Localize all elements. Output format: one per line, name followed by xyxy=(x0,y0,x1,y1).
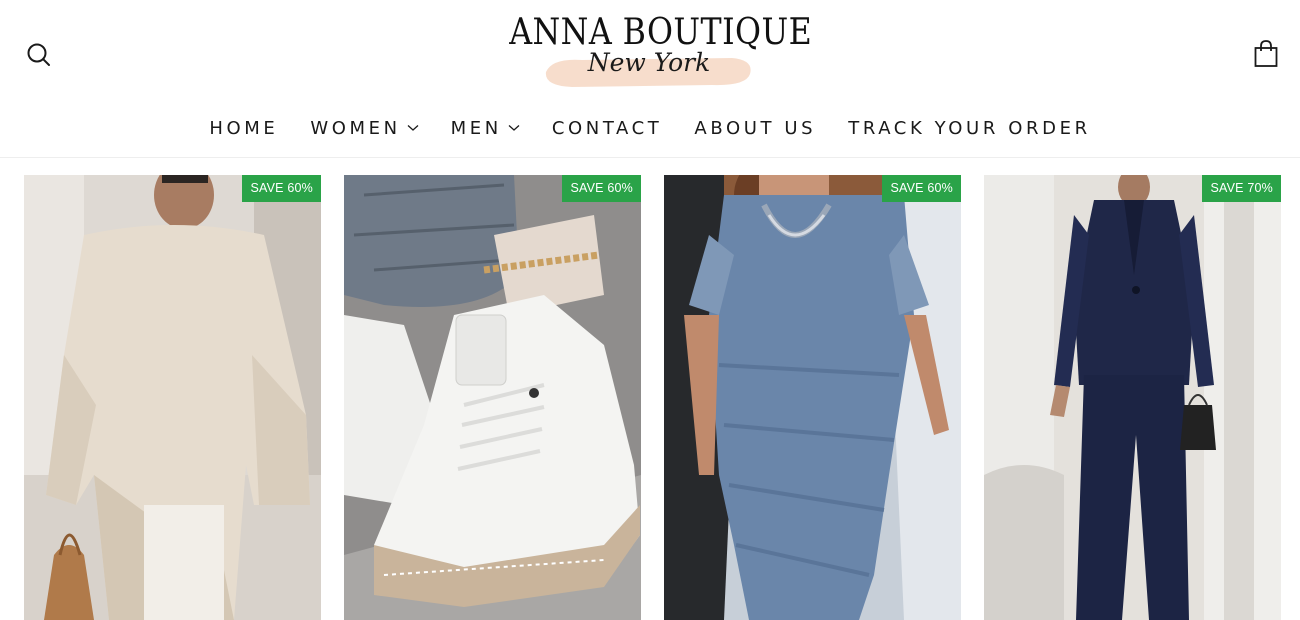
logo-title: ANNA BOUTIQUE xyxy=(509,12,813,53)
discount-badge: SAVE 60% xyxy=(882,175,961,202)
nav-label: ABOUT US xyxy=(694,117,817,139)
discount-badge: SAVE 70% xyxy=(1202,175,1281,202)
product-image[interactable] xyxy=(664,175,961,620)
main-nav: HOME WOMEN MEN CONTACT ABOUT US TRACK YO… xyxy=(0,113,1300,143)
nav-label: TRACK YOUR ORDER xyxy=(848,117,1091,139)
nav-label: HOME xyxy=(209,117,279,139)
shopping-bag-icon xyxy=(1254,40,1278,67)
nav-label: CONTACT xyxy=(551,117,663,139)
nav-label: WOMEN xyxy=(310,117,401,139)
nav-label: MEN xyxy=(450,117,502,139)
product-card[interactable]: SAVE 60% xyxy=(24,175,321,620)
nav-home[interactable]: HOME xyxy=(193,113,294,143)
nav-women[interactable]: WOMEN xyxy=(294,113,434,143)
product-image[interactable] xyxy=(24,175,321,620)
product-image[interactable] xyxy=(344,175,641,620)
search-button[interactable] xyxy=(24,40,54,70)
discount-badge: SAVE 60% xyxy=(242,175,321,202)
search-icon xyxy=(27,43,50,66)
nav-contact[interactable]: CONTACT xyxy=(536,113,679,143)
product-image[interactable] xyxy=(984,175,1281,620)
cart-button[interactable] xyxy=(1251,38,1281,70)
nav-men[interactable]: MEN xyxy=(435,113,536,143)
site-header: ANNA BOUTIQUE New York HOME WOMEN MEN CO… xyxy=(0,0,1300,158)
product-card[interactable]: SAVE 60% xyxy=(664,175,961,620)
chevron-down-icon xyxy=(407,125,419,131)
product-card[interactable]: SAVE 60% xyxy=(344,175,641,620)
product-grid: SAVE 60% SAVE 60% SAVE 60% SAVE 70% xyxy=(24,175,1281,620)
discount-badge: SAVE 60% xyxy=(562,175,641,202)
nav-about-us[interactable]: ABOUT US xyxy=(678,113,832,143)
nav-track-order[interactable]: TRACK YOUR ORDER xyxy=(832,113,1106,143)
chevron-down-icon xyxy=(508,125,520,131)
logo-subtitle: New York xyxy=(587,48,711,77)
site-logo[interactable]: ANNA BOUTIQUE New York xyxy=(490,8,813,94)
product-card[interactable]: SAVE 70% xyxy=(984,175,1281,620)
